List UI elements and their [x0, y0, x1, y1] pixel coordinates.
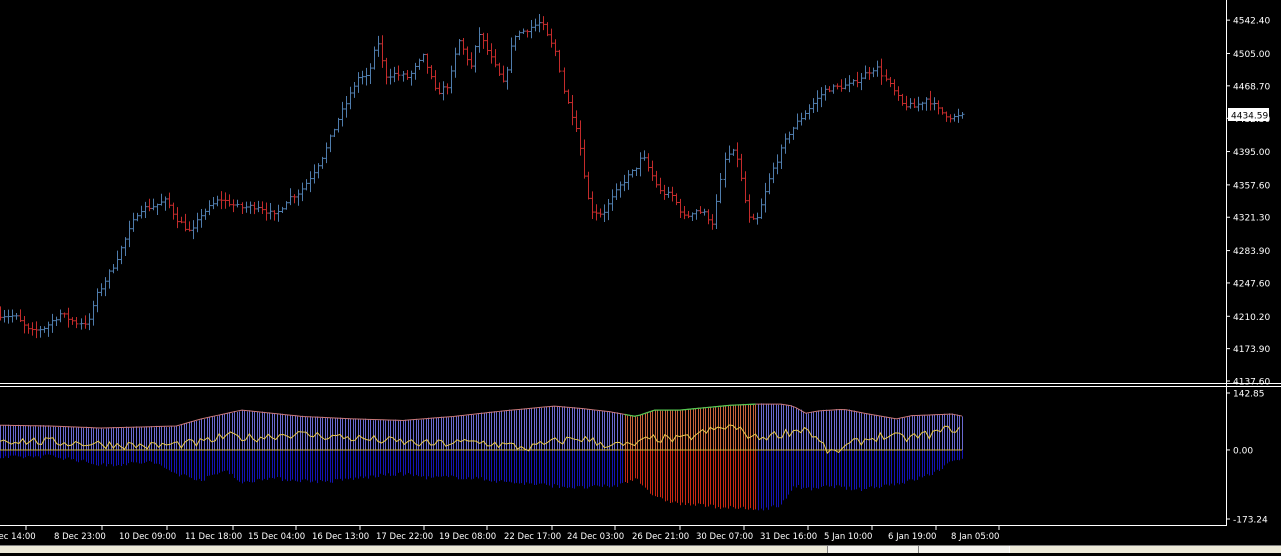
time-tick-label: 31 Dec 16:00 — [760, 532, 817, 542]
time-tick-label: 8 Dec 23:00 — [54, 532, 106, 542]
current-price-text: 4434.59 — [1231, 112, 1268, 122]
time-tick-label: 17 Dec 22:00 — [376, 532, 433, 542]
time-tick-label: 10 Dec 09:00 — [119, 532, 176, 542]
oscillator-tick-label: 142.85 — [1233, 390, 1265, 400]
price-tick-label: 4321.30 — [1233, 214, 1270, 224]
price-tick-label: 4173.90 — [1233, 345, 1270, 355]
time-tick-label: 26 Dec 21:00 — [632, 532, 689, 542]
price-tick-label: 4137.60 — [1233, 378, 1270, 388]
time-tick-label: 16 Dec 13:00 — [312, 532, 369, 542]
price-tick-label: 4505.00 — [1233, 50, 1270, 60]
price-tick-label: 4395.00 — [1233, 148, 1270, 158]
price-tick-label: 4283.90 — [1233, 247, 1270, 257]
time-tick-label: Dec 14:00 — [0, 532, 36, 542]
time-tick-label: 22 Dec 17:00 — [504, 532, 561, 542]
time-tick-label: 5 Jan 10:00 — [824, 532, 872, 542]
oscillator-tick-label: 0.00 — [1233, 446, 1253, 456]
price-tick-label: 4542.40 — [1233, 17, 1270, 27]
chart-window: 4542.404505.004468.704432.304395.004357.… — [0, 0, 1281, 553]
time-tick-label: 15 Dec 04:00 — [248, 532, 305, 542]
time-tick-label: 6 Jan 19:00 — [888, 532, 936, 542]
price-tick-label: 4210.20 — [1233, 313, 1270, 323]
price-tick-label: 4468.70 — [1233, 82, 1270, 92]
chart-canvas[interactable]: 4542.404505.004468.704432.304395.004357.… — [0, 0, 1281, 552]
time-tick-label: 30 Dec 07:00 — [696, 532, 753, 542]
price-tick-label: 4247.60 — [1233, 279, 1270, 289]
time-tick-label: 8 Jan 05:00 — [951, 532, 999, 542]
time-tick-label: 24 Dec 03:00 — [567, 532, 624, 542]
price-tick-label: 4357.60 — [1233, 181, 1270, 191]
oscillator-tick-label: -173.24 — [1233, 516, 1268, 526]
time-tick-label: 19 Dec 08:00 — [439, 532, 496, 542]
time-tick-label: 11 Dec 18:00 — [185, 532, 242, 542]
current-price-label: 4434.59 — [1228, 108, 1269, 122]
